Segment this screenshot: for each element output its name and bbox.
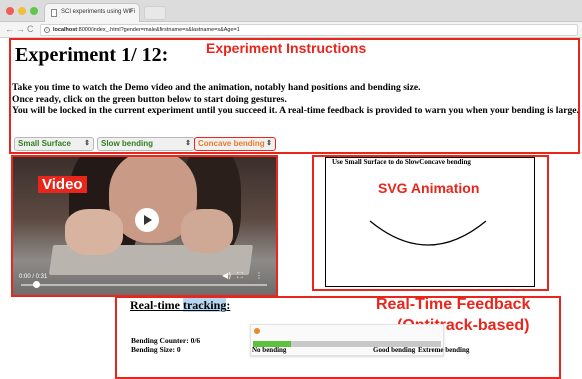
speed-select-value: Slow bending [101,139,153,148]
instruction-line: You will be locked in the current experi… [12,105,579,117]
tab-title: SCI experiments using WiFi [61,9,136,15]
feedback-title-part: Real-time [130,298,183,312]
minimize-window-button[interactable] [18,7,26,15]
url-host: localhost [53,27,78,33]
surface-select[interactable]: Small Surface ⇕ [14,137,94,151]
reload-button[interactable]: C [27,24,34,34]
meter-label-no-bending: No bending [252,346,287,354]
bending-curve [369,220,487,246]
bending-size: Bending Size: 0 [131,345,181,354]
info-icon[interactable]: i [44,27,50,33]
speed-select[interactable]: Slow bending ⇕ [97,137,195,151]
bending-curve-svg [369,220,487,246]
shape-select-value: Concave bending [198,139,265,148]
surface-select-value: Small Surface [18,139,71,148]
select-caret-icon: ⇕ [266,140,272,147]
shape-select[interactable]: Concave bending ⇕ [194,137,276,151]
select-caret-icon: ⇕ [84,140,90,147]
svg-annotation-label: SVG Animation [378,180,480,196]
instructions-text: Take you time to watch the Demo video an… [12,82,580,117]
url-path: :8000/index_.html?gender=male&firstname=… [77,27,240,33]
feedback-annotation-label: Real-Time Feedback [376,296,531,313]
page-title: Experiment 1/ 12: [15,44,169,66]
meter-label-extreme-bending: Extreme bending [418,346,470,354]
feedback-title-part: : [226,298,231,312]
document-icon [51,9,57,17]
back-button[interactable]: ← [5,24,14,34]
feedback-title-highlight: tracking [182,298,227,312]
instruction-line: Once ready, click on the green button be… [12,93,287,105]
svg-caption: Use Small Surface to do SlowConcave bend… [332,158,471,166]
feedback-title: Real-time tracking: [130,298,230,313]
forward-button[interactable]: → [16,24,25,34]
maximize-window-button[interactable] [30,7,38,15]
video-annotation-label: Video [38,176,87,193]
browser-tab-bar: SCI experiments using WiFi × [0,0,582,22]
bending-counter: Bending Counter: 0/6 [131,336,201,345]
browser-tab[interactable]: SCI experiments using WiFi × [44,3,140,22]
status-dot-icon [254,328,260,334]
url-field[interactable]: i localhost:8000/index_.html?gender=male… [40,24,578,36]
address-bar-row: ← → C i localhost:8000/index_.html?gende… [0,22,582,38]
close-window-button[interactable] [6,7,14,15]
select-caret-icon: ⇕ [185,140,191,147]
instruction-line: Take you time to watch the Demo video an… [12,82,421,93]
instructions-annotation-label: Experiment Instructions [206,40,367,56]
new-tab-button[interactable] [144,6,166,20]
meter-label-good-bending: Good bending [373,346,416,354]
tab-close-icon[interactable]: × [129,8,133,15]
